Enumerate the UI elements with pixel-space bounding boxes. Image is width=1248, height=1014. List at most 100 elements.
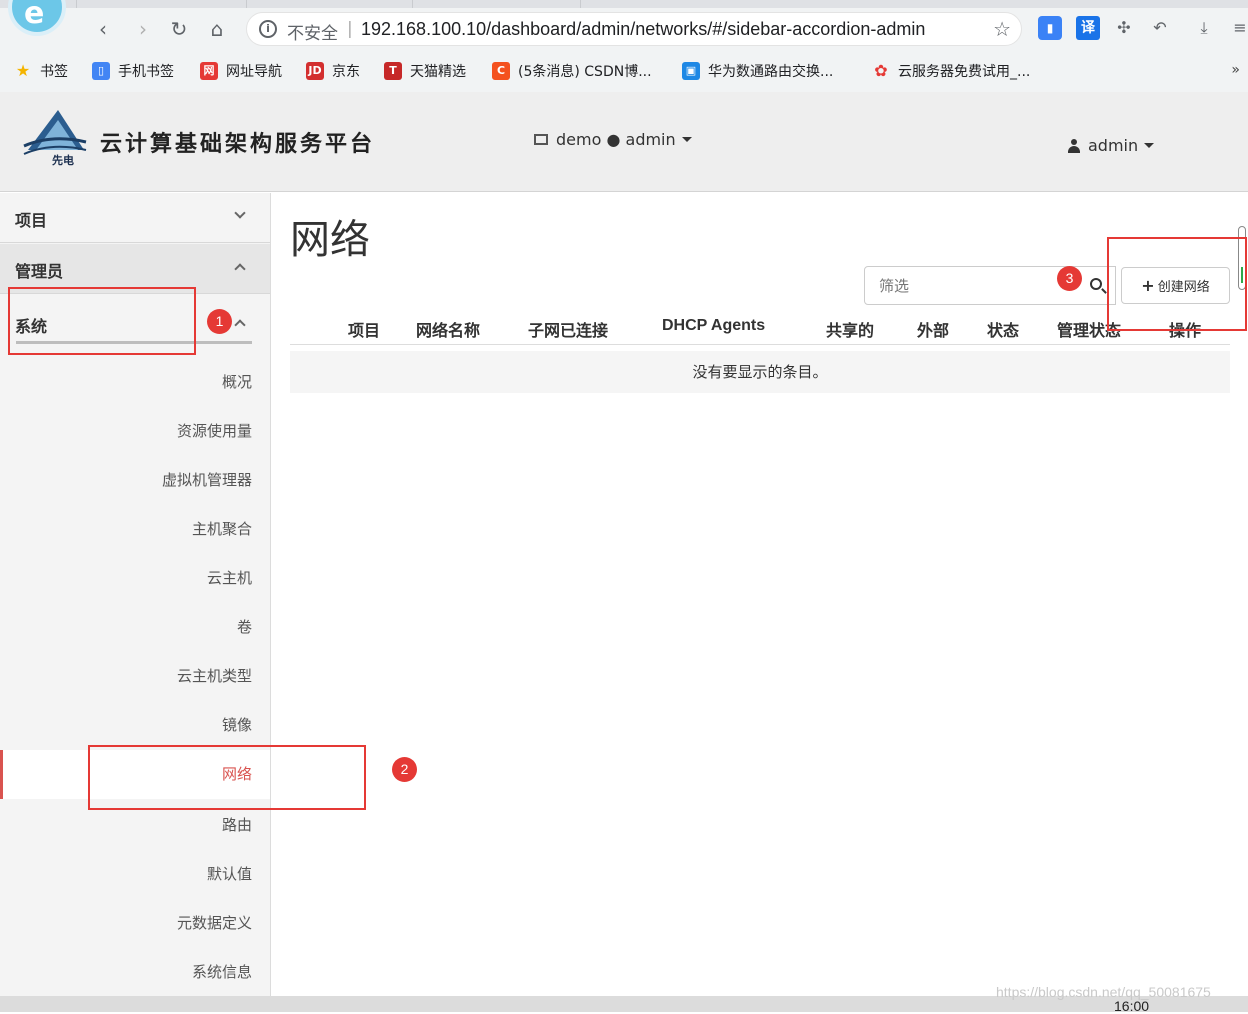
bookmark-star-icon[interactable]: ☆ xyxy=(993,17,1011,41)
chevron-up-icon xyxy=(234,263,246,275)
url-separator: | xyxy=(347,19,353,39)
menu-icon[interactable]: ≡ xyxy=(1228,16,1248,40)
column-header-dhcp-agents[interactable]: DHCP Agents xyxy=(662,317,765,335)
sidebar-item-label: 卷 xyxy=(236,618,252,636)
watermark: https://blog.csdn.net/qq_50081675 xyxy=(996,984,1211,1000)
annotation-box-system xyxy=(8,287,196,355)
forward-icon[interactable]: › xyxy=(130,16,156,42)
annotation-badge-1: 1 xyxy=(207,309,232,334)
sidebar-item-overview[interactable]: 概况 xyxy=(0,358,270,407)
user-menu-dropdown[interactable]: admin xyxy=(1068,136,1155,155)
column-header-network-name[interactable]: 网络名称 xyxy=(416,317,480,341)
jd-icon: JD xyxy=(306,62,324,80)
star-icon: ★ xyxy=(15,61,31,80)
info-icon[interactable]: i xyxy=(259,20,277,38)
address-bar[interactable]: i 不安全 | 192.168.100.10/dashboard/admin/n… xyxy=(246,12,1022,46)
bookmark-item[interactable]: ▯ 手机书签 xyxy=(92,60,174,82)
sidebar-item-label: 概况 xyxy=(221,373,252,391)
sidebar-item-images[interactable]: 镜像 xyxy=(0,701,270,750)
bookmark-label: 云服务器免费试用_... xyxy=(898,64,1031,80)
sidebar-item-label: 元数据定义 xyxy=(176,914,252,932)
page-title: 网络 xyxy=(290,217,370,263)
chevron-down-icon xyxy=(234,207,246,219)
puzzle-icon[interactable]: ✣ xyxy=(1112,16,1136,40)
annotation-box-networks xyxy=(88,745,366,810)
sidebar-item-label: 系统信息 xyxy=(191,963,252,981)
chevron-up-icon xyxy=(234,319,246,331)
nav-icon: 网 xyxy=(200,62,218,80)
annotation-badge-2: 2 xyxy=(392,757,417,782)
home-icon[interactable]: ⌂ xyxy=(204,16,230,42)
caret-down-icon xyxy=(681,137,692,142)
bookmark-label: 手机书签 xyxy=(118,64,174,80)
column-header-project[interactable]: 项目 xyxy=(348,317,380,341)
sidebar-item-metadata[interactable]: 元数据定义 xyxy=(0,899,270,948)
browser-logo-icon: e xyxy=(8,0,66,36)
sidebar-item-flavors[interactable]: 云主机类型 xyxy=(0,652,270,701)
translate-icon[interactable]: 译 xyxy=(1076,16,1100,40)
sidebar-item-label: 主机聚合 xyxy=(191,520,252,538)
sidebar-item-label: 路由 xyxy=(221,816,252,834)
phone-icon: ▯ xyxy=(92,62,110,80)
bookmark-item[interactable]: ★ 书签 xyxy=(14,60,68,82)
sidebar-item-aggregates[interactable]: 主机聚合 xyxy=(0,505,270,554)
tab[interactable] xyxy=(412,0,580,8)
tab[interactable] xyxy=(580,0,748,8)
url-text[interactable]: 192.168.100.10/dashboard/admin/networks/… xyxy=(361,19,925,40)
bookmarks-bar: ★ 书签 ▯ 手机书签 网网址导航 JD 京东 T 天猫精选 C (5条消息) CSDN博… xyxy=(0,56,1248,86)
huawei-icon: ✿ xyxy=(874,61,888,80)
sidebar-item-label: 镜像 xyxy=(221,716,252,734)
undo-icon[interactable]: ↶ xyxy=(1148,16,1172,40)
project-icon xyxy=(534,134,548,145)
download-icon[interactable]: ⤓ xyxy=(1192,16,1216,40)
sidebar-section-project[interactable]: 项目 xyxy=(0,193,270,243)
sidebar-item-label: 资源使用量 xyxy=(176,422,252,440)
column-header-shared[interactable]: 共享的 xyxy=(826,317,874,341)
extension-icon[interactable]: ▮ xyxy=(1038,16,1062,40)
back-icon[interactable]: ‹ xyxy=(90,16,116,42)
security-label[interactable]: 不安全 xyxy=(287,19,338,44)
project-context-dropdown[interactable]: demo ● admin xyxy=(534,130,692,149)
column-header-external[interactable]: 外部 xyxy=(917,317,949,341)
bookmarks-more[interactable]: » xyxy=(1231,62,1240,78)
sidebar-item-usage[interactable]: 资源使用量 xyxy=(0,407,270,456)
brand-logo[interactable]: 先电 xyxy=(22,106,88,167)
user-name: admin xyxy=(1088,136,1139,155)
sidebar-item-label: 云主机 xyxy=(206,569,252,587)
sidebar-item-hypervisors[interactable]: 虚拟机管理器 xyxy=(0,456,270,505)
bookmark-item[interactable]: C (5条消息) CSDN博... xyxy=(492,60,652,82)
main-content: 网络 + 创建网络 项目 网络名称 子网已连接 DHCP Agents 共享的 … xyxy=(272,193,1236,996)
empty-table-message: 没有要显示的条目。 xyxy=(290,351,1230,393)
annotation-badge-3: 3 xyxy=(1057,266,1082,291)
column-header-subnets[interactable]: 子网已连接 xyxy=(528,317,608,341)
tmall-icon: T xyxy=(384,62,402,80)
sidebar-item-instances[interactable]: 云主机 xyxy=(0,554,270,603)
bookmark-label: (5条消息) CSDN博... xyxy=(518,64,652,80)
sidebar-item-label: 虚拟机管理器 xyxy=(161,471,252,489)
column-header-status[interactable]: 状态 xyxy=(987,317,1019,341)
bookmark-item[interactable]: ▣ 华为数通路由交换... xyxy=(682,60,833,82)
sidebar-section-label: 项目 xyxy=(15,211,48,230)
tab-strip xyxy=(0,0,1248,8)
bookmark-item[interactable]: T 天猫精选 xyxy=(384,60,466,82)
sidebar-item-label: 默认值 xyxy=(206,865,252,883)
sidebar-item-label: 云主机类型 xyxy=(176,667,252,685)
app-header: 先电 云计算基础架构服务平台 demo ● admin admin xyxy=(0,92,1248,192)
bookmark-item[interactable]: 网网址导航 xyxy=(200,60,282,82)
brand-title: 云计算基础架构服务平台 xyxy=(100,131,376,157)
table-header: 项目 网络名称 子网已连接 DHCP Agents 共享的 外部 状态 管理状态… xyxy=(290,309,1230,345)
bookmark-item[interactable]: ✿ 云服务器免费试用_... xyxy=(872,60,1030,82)
sidebar-item-volumes[interactable]: 卷 xyxy=(0,603,270,652)
project-context-label: demo ● admin xyxy=(556,130,676,149)
sidebar-item-system-info[interactable]: 系统信息 xyxy=(0,948,270,997)
bookmark-label: 华为数通路由交换... xyxy=(708,64,834,80)
tab[interactable] xyxy=(246,0,412,8)
bookmark-label: 网址导航 xyxy=(226,64,282,80)
bookmark-label: 书签 xyxy=(40,64,68,80)
sidebar-item-defaults[interactable]: 默认值 xyxy=(0,850,270,899)
tab[interactable] xyxy=(76,0,246,8)
annotation-box-create xyxy=(1107,237,1247,331)
search-icon xyxy=(1090,278,1102,290)
bookmark-item[interactable]: JD 京东 xyxy=(306,60,360,82)
reload-icon[interactable]: ↻ xyxy=(166,16,192,42)
